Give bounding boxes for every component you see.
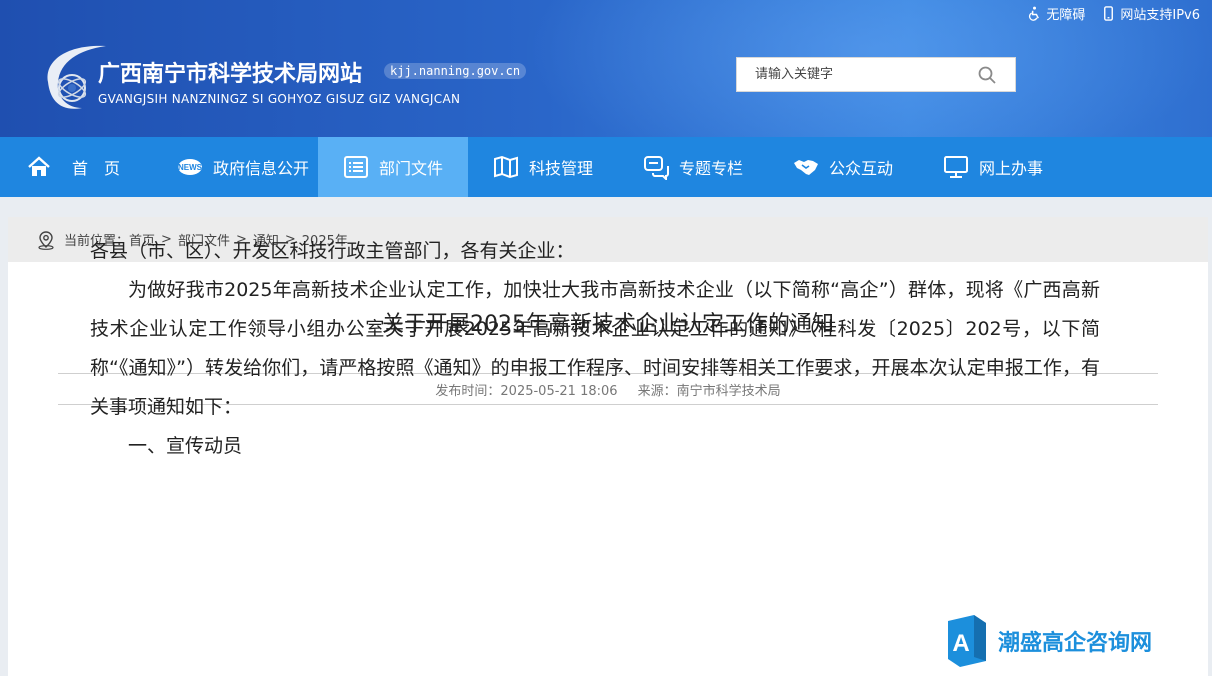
nav-label: 部门文件	[378, 159, 443, 178]
nav-item-tech-management[interactable]: 科技管理	[468, 137, 618, 197]
article-paragraph: 各县（市、区）、开发区科技行政主管部门，各有关企业：	[90, 240, 575, 262]
search-input[interactable]	[737, 58, 967, 91]
nav-item-gov-info[interactable]: NEWS 政府信息公开	[168, 137, 318, 197]
site-title[interactable]: 广西南宁市科学技术局网站	[98, 56, 362, 88]
search-icon[interactable]	[977, 65, 997, 85]
mobile-icon	[1104, 6, 1114, 21]
nav-item-public-interaction[interactable]: 公众互动	[768, 137, 918, 197]
site-subtitle: GVANGJSIH NANZNINGZ SI GOHYOZ GISUZ GIZ …	[98, 92, 461, 106]
article-paragraph: 为做好我市2025年高新技术企业认定工作，加快壮大我市高新技术企业（以下简称“高…	[90, 279, 1100, 418]
nav-item-special-topics[interactable]: 专题专栏	[618, 137, 768, 197]
ipv6-link[interactable]: 网站支持IPv6	[1101, 4, 1200, 23]
map-icon	[493, 155, 518, 179]
svg-text:NEWS: NEWS	[178, 163, 203, 172]
handshake-icon	[793, 160, 818, 175]
chat-icon	[643, 156, 669, 180]
ipv6-label: 网站支持IPv6	[1120, 8, 1200, 23]
nav-label: 首页	[72, 159, 137, 178]
document-list-icon	[343, 156, 368, 178]
watermark-logo-icon: A	[948, 615, 986, 667]
monitor-icon	[943, 156, 968, 178]
top-links: 无障碍 网站支持IPv6	[1027, 4, 1200, 23]
search-box	[736, 57, 1016, 92]
svg-text:A: A	[952, 630, 969, 657]
location-pin-icon	[38, 230, 54, 250]
home-icon	[28, 156, 50, 176]
accessibility-icon	[1029, 6, 1040, 21]
nav-label: 政府信息公开	[212, 159, 309, 178]
nav-label: 网上办事	[978, 159, 1043, 178]
nav-item-dept-files[interactable]: 部门文件	[318, 137, 468, 197]
nav-label: 科技管理	[528, 159, 593, 178]
nav-label: 专题专栏	[678, 159, 743, 178]
nav-item-home[interactable]: 首页	[0, 137, 168, 197]
main-nav: 首页 NEWS 政府信息公开 部门文件 科技管理 专题专栏 公众互动 网上办事	[0, 137, 1212, 197]
news-icon: NEWS	[177, 159, 203, 175]
article-section-heading: 一、宣传动员	[128, 435, 243, 457]
nav-label: 公众互动	[828, 159, 893, 178]
accessibility-label: 无障碍	[1046, 8, 1086, 23]
nav-item-online-services[interactable]: 网上办事	[918, 137, 1068, 197]
watermark-text: 潮盛高企咨询网	[998, 630, 1153, 656]
accessibility-link[interactable]: 无障碍	[1027, 4, 1085, 23]
site-domain-badge: kjj.nanning.gov.cn	[384, 63, 527, 79]
watermark: A 潮盛高企咨询网	[944, 613, 1152, 669]
site-header: 无障碍 网站支持IPv6 广西南宁市科学技术局网站 kjj.nanning.go…	[0, 0, 1212, 137]
article-body: 各县（市、区）、开发区科技行政主管部门，各有关企业： 为做好我市2025年高新技…	[90, 232, 1100, 466]
